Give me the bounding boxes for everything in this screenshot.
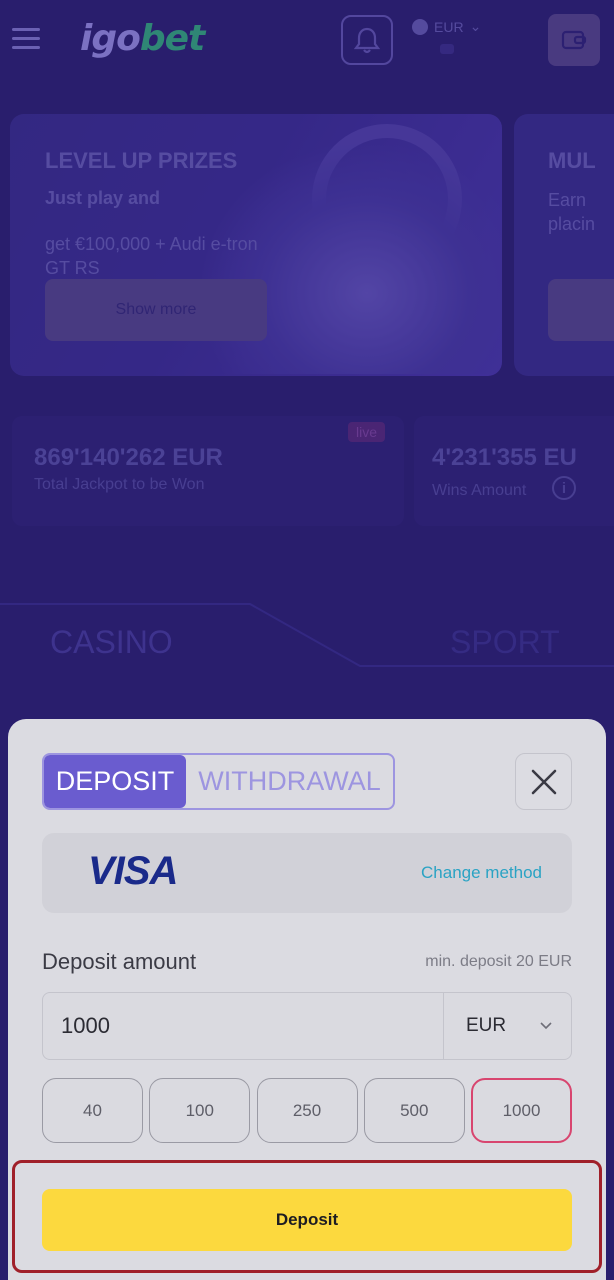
min-deposit-hint: min. deposit 20 EUR: [425, 953, 572, 970]
amount-field-group: EUR: [42, 992, 572, 1060]
visa-logo: VISA: [88, 849, 178, 893]
deposit-sheet: DEPOSIT WITHDRAWAL VISA Change method De…: [8, 719, 606, 1280]
change-method-link[interactable]: Change method: [421, 863, 542, 883]
quick-amount-button[interactable]: 40: [42, 1078, 143, 1143]
quick-amount-button-selected[interactable]: 1000: [471, 1078, 572, 1143]
tab-withdrawal[interactable]: WITHDRAWAL: [186, 755, 393, 808]
close-icon: [531, 769, 556, 794]
deposit-amount-input[interactable]: [43, 993, 443, 1059]
close-button[interactable]: [515, 753, 572, 810]
currency-select-value: EUR: [466, 1015, 507, 1036]
tab-deposit[interactable]: DEPOSIT: [44, 755, 186, 808]
currency-select[interactable]: EUR: [443, 993, 571, 1059]
quick-amount-button[interactable]: 100: [149, 1078, 251, 1143]
deposit-amount-label: Deposit amount: [42, 949, 197, 974]
quick-amount-button[interactable]: 250: [256, 1078, 358, 1143]
deposit-withdrawal-toggle: DEPOSIT WITHDRAWAL: [42, 753, 395, 810]
payment-method-card: VISA Change method: [42, 833, 572, 913]
deposit-button[interactable]: Deposit: [42, 1189, 572, 1251]
quick-amount-row: 40 100 250 500 1000: [42, 1078, 572, 1143]
chevron-down-icon: [540, 1022, 552, 1030]
quick-amount-button[interactable]: 500: [363, 1078, 465, 1143]
